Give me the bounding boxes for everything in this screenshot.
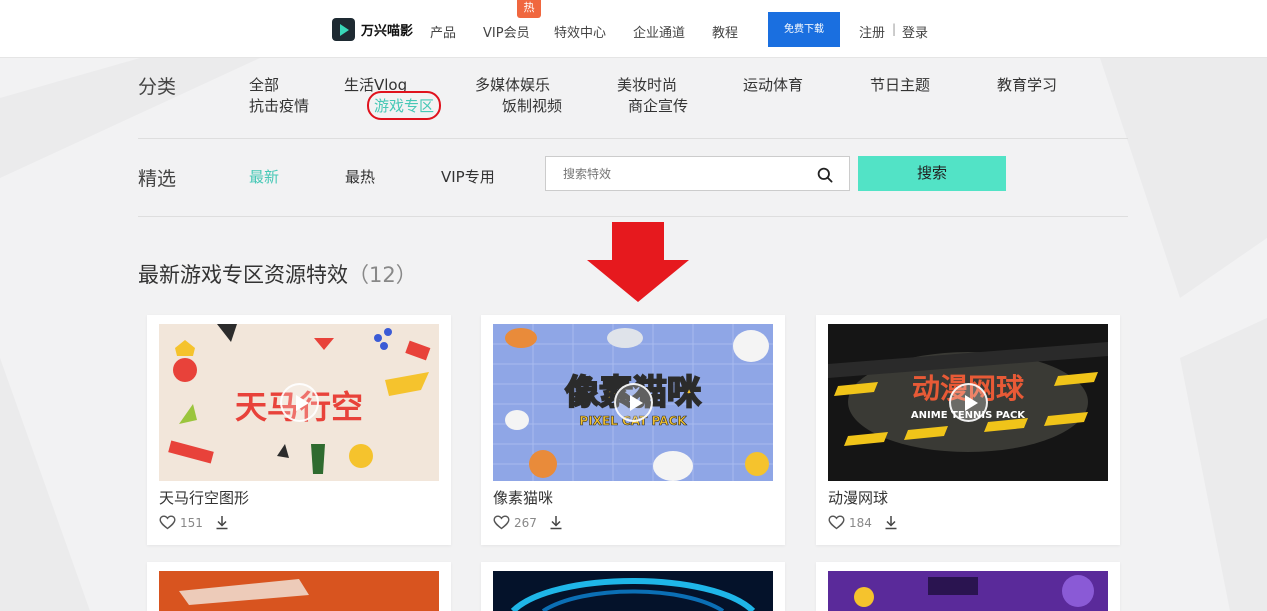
effect-card[interactable]: 像素猫咪 PIXEL CAT PACK 像素猫咪 267 — [481, 315, 785, 545]
like-count: 184 — [849, 515, 872, 530]
category-business[interactable]: 商企宣传 — [628, 95, 688, 116]
category-education[interactable]: 教育学习 — [997, 74, 1057, 95]
play-icon[interactable] — [614, 383, 653, 422]
nav-item-tutorial[interactable]: 教程 — [712, 22, 738, 41]
effect-meta: 151 — [159, 515, 229, 530]
category-beauty[interactable]: 美妆时尚 — [617, 74, 677, 95]
effect-thumbnail[interactable]: 动漫网球 ANIME TENNIS PACK — [828, 324, 1108, 481]
brand-logo[interactable]: 万兴喵影 — [332, 18, 413, 41]
effect-thumbnail[interactable]: 像素猫咪 PIXEL CAT PACK — [493, 324, 773, 481]
effect-title[interactable]: 天马行空图形 — [159, 487, 249, 508]
nav-separator: | — [892, 22, 897, 36]
category-epidemic[interactable]: 抗击疫情 — [249, 95, 309, 116]
register-link[interactable]: 注册 — [859, 22, 885, 41]
annotation-circle — [367, 91, 441, 120]
download-icon[interactable] — [884, 515, 898, 530]
nav-item-enterprise[interactable]: 企业通道 — [633, 22, 685, 41]
annotation-arrow-icon — [587, 222, 689, 302]
effect-thumbnail[interactable]: 天马行空 — [159, 324, 439, 481]
play-icon[interactable] — [949, 383, 988, 422]
category-fan-video[interactable]: 饭制视频 — [502, 95, 562, 116]
nav-item-vip[interactable]: VIP会员 — [483, 22, 530, 41]
results-heading: 最新游戏专区资源特效（12） — [138, 259, 417, 289]
logo-icon — [332, 18, 355, 41]
search-icon[interactable] — [817, 167, 833, 183]
category-all[interactable]: 全部 — [249, 74, 279, 95]
category-sports[interactable]: 运动体育 — [743, 74, 803, 95]
effect-card[interactable]: 动漫网球 ANIME TENNIS PACK 动漫网球 184 — [816, 315, 1120, 545]
results-title: 最新游戏专区资源特效 — [138, 263, 348, 287]
hot-badge: 热 — [517, 0, 541, 18]
search-input[interactable] — [546, 157, 796, 190]
effect-title[interactable]: 像素猫咪 — [493, 487, 553, 508]
heart-icon[interactable] — [159, 515, 176, 530]
effect-card[interactable]: 天马行空 天马行空图形 151 — [147, 315, 451, 545]
effect-meta: 267 — [493, 515, 563, 530]
nav-item-product[interactable]: 产品 — [430, 22, 456, 41]
like-count: 151 — [180, 515, 203, 530]
category-holiday[interactable]: 节日主题 — [870, 74, 930, 95]
download-icon[interactable] — [215, 515, 229, 530]
category-label: 分类 — [138, 76, 177, 98]
nav-item-effects[interactable]: 特效中心 — [554, 22, 606, 41]
effect-thumbnail[interactable] — [493, 571, 773, 611]
logo-text: 万兴喵影 — [361, 24, 414, 39]
free-download-button[interactable]: 免费下载 — [768, 12, 840, 47]
effect-card[interactable] — [816, 562, 1120, 611]
heart-icon[interactable] — [828, 515, 845, 530]
search-box — [545, 156, 850, 191]
heart-icon[interactable] — [493, 515, 510, 530]
effect-card[interactable] — [147, 562, 451, 611]
effect-thumbnail[interactable] — [828, 571, 1108, 611]
filter-divider — [138, 138, 1128, 139]
results-count: （12） — [348, 263, 417, 287]
play-icon[interactable] — [280, 383, 319, 422]
top-navigation: 万兴喵影 产品 VIP会员 热 特效中心 企业通道 教程 免费下载 注册 | 登… — [0, 0, 1267, 58]
category-multimedia[interactable]: 多媒体娱乐 — [475, 74, 550, 95]
sort-divider — [138, 216, 1128, 217]
effect-card[interactable] — [481, 562, 785, 611]
login-link[interactable]: 登录 — [902, 22, 928, 41]
effect-meta: 184 — [828, 515, 898, 530]
effect-title[interactable]: 动漫网球 — [828, 487, 888, 508]
sort-vip-only[interactable]: VIP专用 — [441, 166, 495, 187]
search-button[interactable]: 搜索 — [858, 156, 1006, 191]
like-count: 267 — [514, 515, 537, 530]
effect-thumbnail[interactable] — [159, 571, 439, 611]
pick-label: 精选 — [138, 168, 177, 190]
download-icon[interactable] — [549, 515, 563, 530]
sort-latest[interactable]: 最新 — [249, 166, 279, 187]
sort-hottest[interactable]: 最热 — [345, 166, 375, 187]
